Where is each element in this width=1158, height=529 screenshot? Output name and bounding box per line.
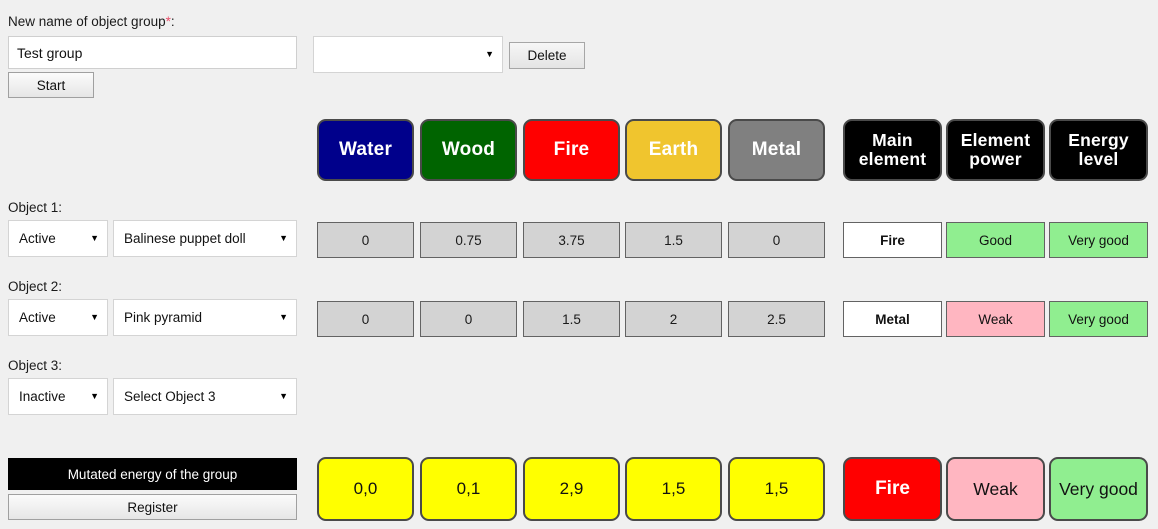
mutated-element-power: Weak xyxy=(946,457,1045,521)
existing-group-select[interactable]: ▼ xyxy=(313,36,503,73)
stat-header-line1: Element xyxy=(960,130,1031,151)
object-1-main-element: Fire xyxy=(843,222,942,258)
chevron-down-icon: ▼ xyxy=(279,312,288,322)
object-label-3: Object 3: xyxy=(8,358,63,373)
stat-header-line2: level xyxy=(1078,149,1119,169)
object-1-value-metal: 0 xyxy=(728,222,825,258)
object-2-element-power: Weak xyxy=(946,301,1045,337)
object-status-value: Active xyxy=(19,310,56,325)
mutated-main-element: Fire xyxy=(843,457,942,521)
chevron-down-icon: ▼ xyxy=(90,312,99,322)
object-2-value-fire: 1.5 xyxy=(523,301,620,337)
stat-header-line2: element xyxy=(858,149,927,169)
object-status-value: Inactive xyxy=(19,389,66,404)
mutated-value-fire: 2,9 xyxy=(523,457,620,521)
object-1-value-earth: 1.5 xyxy=(625,222,722,258)
mutated-energy-level: Very good xyxy=(1049,457,1148,521)
object-status-value: Active xyxy=(19,231,56,246)
object-status-select-2[interactable]: Active ▼ xyxy=(8,299,108,336)
object-2-value-metal: 2.5 xyxy=(728,301,825,337)
object-2-value-earth: 2 xyxy=(625,301,722,337)
object-name-value: Select Object 3 xyxy=(124,389,216,404)
stat-header-main-element[interactable]: Main element xyxy=(843,119,942,181)
object-2-value-water: 0 xyxy=(317,301,414,337)
delete-button[interactable]: Delete xyxy=(509,42,585,69)
chevron-down-icon: ▼ xyxy=(90,233,99,243)
label-colon: : xyxy=(170,14,175,29)
mutated-value-earth: 1,5 xyxy=(625,457,722,521)
object-name-value: Pink pyramid xyxy=(124,310,203,325)
stat-header-energy-level[interactable]: Energy level xyxy=(1049,119,1148,181)
object-2-energy-level: Very good xyxy=(1049,301,1148,337)
object-1-value-wood: 0.75 xyxy=(420,222,517,258)
element-header-earth[interactable]: Earth xyxy=(625,119,722,181)
group-name-input[interactable] xyxy=(8,36,297,69)
element-header-fire[interactable]: Fire xyxy=(523,119,620,181)
stat-header-line1: Energy xyxy=(1068,130,1129,151)
stat-header-line1: Main xyxy=(872,130,913,151)
stat-header-line2: power xyxy=(969,149,1022,169)
object-name-value: Balinese puppet doll xyxy=(124,231,246,246)
mutated-value-wood: 0,1 xyxy=(420,457,517,521)
stat-header-element-power[interactable]: Element power xyxy=(946,119,1045,181)
object-label-2: Object 2: xyxy=(8,279,63,294)
object-2-main-element: Metal xyxy=(843,301,942,337)
page-root: New name of object group*: ▼ Delete Star… xyxy=(0,0,1158,529)
new-name-label-text: New name of object group xyxy=(8,14,166,29)
chevron-down-icon: ▼ xyxy=(485,49,494,59)
object-1-value-water: 0 xyxy=(317,222,414,258)
object-1-energy-level: Very good xyxy=(1049,222,1148,258)
chevron-down-icon: ▼ xyxy=(90,391,99,401)
object-name-select-3[interactable]: Select Object 3 ▼ xyxy=(113,378,297,415)
object-label-1: Object 1: xyxy=(8,200,63,215)
element-header-water[interactable]: Water xyxy=(317,119,414,181)
mutated-energy-title: Mutated energy of the group xyxy=(8,458,297,490)
mutated-value-metal: 1,5 xyxy=(728,457,825,521)
object-1-element-power: Good xyxy=(946,222,1045,258)
chevron-down-icon: ▼ xyxy=(279,233,288,243)
mutated-value-water: 0,0 xyxy=(317,457,414,521)
object-name-select-1[interactable]: Balinese puppet doll ▼ xyxy=(113,220,297,257)
object-status-select-3[interactable]: Inactive ▼ xyxy=(8,378,108,415)
object-1-value-fire: 3.75 xyxy=(523,222,620,258)
object-2-value-wood: 0 xyxy=(420,301,517,337)
new-name-label: New name of object group*: xyxy=(8,14,175,29)
element-header-wood[interactable]: Wood xyxy=(420,119,517,181)
chevron-down-icon: ▼ xyxy=(279,391,288,401)
object-name-select-2[interactable]: Pink pyramid ▼ xyxy=(113,299,297,336)
element-header-metal[interactable]: Metal xyxy=(728,119,825,181)
register-button[interactable]: Register xyxy=(8,494,297,520)
start-button[interactable]: Start xyxy=(8,72,94,98)
object-status-select-1[interactable]: Active ▼ xyxy=(8,220,108,257)
